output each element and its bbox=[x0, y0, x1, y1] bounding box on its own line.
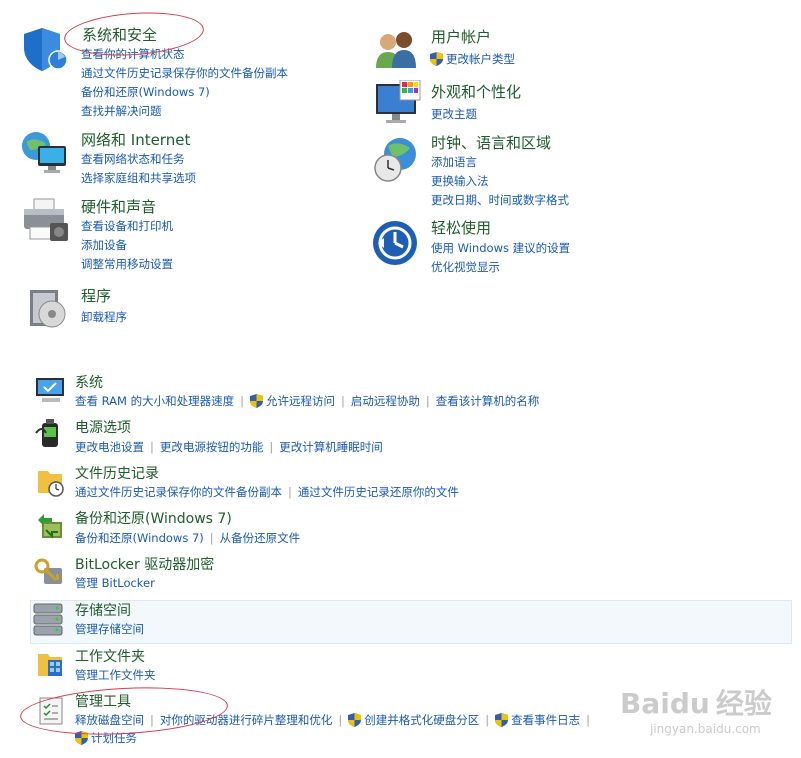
link-backup-restore-win7[interactable]: 备份和还原(Windows 7) bbox=[75, 531, 204, 545]
file-history-links-row: 通过文件历史记录保存你的文件备份副本 | 通过文件历史记录还原你的文件 bbox=[75, 485, 459, 499]
link-save-backup-copies[interactable]: 通过文件历史记录保存你的文件备份副本 bbox=[75, 485, 282, 499]
item-title-backup-restore[interactable]: 备份和还原(Windows 7) bbox=[75, 510, 232, 528]
programs-disc-icon[interactable] bbox=[26, 286, 70, 330]
item-title-file-history[interactable]: 文件历史记录 bbox=[75, 465, 159, 483]
storage-spaces-hover-row[interactable] bbox=[30, 600, 792, 644]
ease-of-access-icon[interactable] bbox=[372, 220, 418, 266]
link-manage-work-folders[interactable]: 管理工作文件夹 bbox=[75, 668, 156, 682]
user-accounts-icon[interactable] bbox=[374, 30, 420, 70]
separator: | bbox=[586, 713, 590, 727]
link-network-status[interactable]: 查看网络状态和任务 bbox=[81, 152, 185, 166]
link-backup-restore[interactable]: 备份和还原(Windows 7) bbox=[81, 85, 210, 99]
baidu-watermark-url: jingyan.baidu.com bbox=[650, 722, 761, 736]
link-mobility-settings[interactable]: 调整常用移动设置 bbox=[81, 257, 173, 271]
link-change-input-method[interactable]: 更换输入法 bbox=[431, 174, 489, 188]
uac-shield-icon bbox=[430, 52, 443, 66]
link-view-ram-processor[interactable]: 查看 RAM 的大小和处理器速度 bbox=[75, 394, 234, 408]
category-title-ease-of-access[interactable]: 轻松使用 bbox=[431, 219, 491, 237]
link-troubleshoot[interactable]: 查找并解决问题 bbox=[81, 104, 162, 118]
category-title-user-accounts[interactable]: 用户帐户 bbox=[431, 28, 491, 46]
link-restore-from-backup[interactable]: 从备份还原文件 bbox=[220, 531, 301, 545]
link-change-account-type[interactable]: 更改帐户类型 bbox=[446, 52, 515, 66]
bitlocker-key-icon[interactable] bbox=[34, 556, 66, 588]
item-title-power-options[interactable]: 电源选项 bbox=[75, 419, 131, 437]
link-change-date-time-format[interactable]: 更改日期、时间或数字格式 bbox=[431, 193, 569, 207]
link-file-history-backup[interactable]: 通过文件历史记录保存你的文件备份副本 bbox=[81, 66, 288, 80]
uac-shield-icon bbox=[348, 713, 362, 727]
link-add-language[interactable]: 添加语言 bbox=[431, 155, 477, 169]
backup-links-row: 备份和还原(Windows 7) | 从备份还原文件 bbox=[75, 531, 300, 545]
link-manage-storage-spaces[interactable]: 管理存储空间 bbox=[75, 622, 144, 636]
category-title-programs[interactable]: 程序 bbox=[81, 287, 111, 305]
separator: | bbox=[288, 485, 292, 499]
item-title-system[interactable]: 系统 bbox=[75, 374, 103, 392]
system-computer-icon[interactable] bbox=[34, 376, 66, 404]
power-links-row: 更改电池设置 | 更改电源按钮的功能 | 更改计算机睡眠时间 bbox=[75, 440, 383, 454]
clock-region-icon[interactable] bbox=[372, 136, 420, 184]
link-windows-recommended-settings[interactable]: 使用 Windows 建议的设置 bbox=[431, 241, 570, 255]
file-history-icon[interactable] bbox=[36, 465, 66, 497]
appearance-monitor-icon[interactable] bbox=[374, 79, 422, 126]
category-title-clock-language-region[interactable]: 时钟、语言和区域 bbox=[431, 134, 551, 152]
uac-shield-icon bbox=[250, 394, 263, 408]
work-folders-icon[interactable] bbox=[36, 648, 66, 680]
link-change-sleep-time[interactable]: 更改计算机睡眠时间 bbox=[279, 440, 383, 454]
system-links-row: 查看 RAM 的大小和处理器速度 | 允许远程访问 | 启动远程协助 | 查看该… bbox=[75, 394, 539, 408]
link-add-device[interactable]: 添加设备 bbox=[81, 238, 127, 252]
backup-restore-icon[interactable] bbox=[34, 510, 66, 542]
storage-spaces-icon[interactable] bbox=[32, 602, 66, 638]
link-row-change-account-type[interactable]: 更改帐户类型 bbox=[430, 52, 515, 66]
network-globe-icon[interactable] bbox=[20, 130, 70, 176]
category-title-hardware-sound[interactable]: 硬件和声音 bbox=[81, 198, 156, 216]
separator: | bbox=[341, 394, 345, 408]
link-optimize-visual-display[interactable]: 优化视觉显示 bbox=[431, 260, 500, 274]
separator: | bbox=[425, 394, 430, 408]
baidu-watermark-logo: Baidu 经验 bbox=[620, 682, 772, 722]
item-title-work-folders[interactable]: 工作文件夹 bbox=[75, 648, 145, 666]
annotation-ellipse-admin-tools bbox=[18, 682, 230, 740]
printer-hardware-icon[interactable] bbox=[20, 197, 70, 245]
separator: | bbox=[150, 440, 154, 454]
link-view-computer-name[interactable]: 查看该计算机的名称 bbox=[436, 394, 540, 408]
link-uninstall-program[interactable]: 卸载程序 bbox=[81, 310, 127, 324]
watermark-brand: Baidu bbox=[620, 687, 710, 720]
link-change-power-button[interactable]: 更改电源按钮的功能 bbox=[160, 440, 264, 454]
power-options-icon[interactable] bbox=[34, 419, 66, 451]
category-title-appearance[interactable]: 外观和个性化 bbox=[431, 83, 521, 101]
uac-shield-icon bbox=[495, 713, 509, 727]
watermark-brand-cn: 经验 bbox=[715, 687, 772, 720]
separator: | bbox=[338, 713, 343, 727]
link-devices-printers[interactable]: 查看设备和打印机 bbox=[81, 219, 173, 233]
link-launch-remote-assistance[interactable]: 启动远程协助 bbox=[351, 394, 420, 408]
item-title-bitlocker[interactable]: BitLocker 驱动器加密 bbox=[75, 556, 214, 574]
separator: | bbox=[485, 713, 490, 727]
link-allow-remote-access[interactable]: 允许远程访问 bbox=[266, 394, 335, 408]
item-title-storage-spaces[interactable]: 存储空间 bbox=[75, 602, 131, 620]
category-title-network-internet[interactable]: 网络和 Internet bbox=[81, 131, 190, 149]
separator: | bbox=[240, 394, 244, 408]
link-change-theme[interactable]: 更改主题 bbox=[431, 107, 477, 121]
link-homegroup-sharing[interactable]: 选择家庭组和共享选项 bbox=[81, 171, 196, 185]
separator: | bbox=[269, 440, 274, 454]
link-create-format-partitions[interactable]: 创建并格式化硬盘分区 bbox=[364, 713, 479, 727]
link-change-battery-settings[interactable]: 更改电池设置 bbox=[75, 440, 144, 454]
shield-security-icon[interactable] bbox=[20, 26, 68, 72]
link-view-event-logs[interactable]: 查看事件日志 bbox=[511, 713, 580, 727]
separator: | bbox=[209, 531, 214, 545]
link-manage-bitlocker[interactable]: 管理 BitLocker bbox=[75, 576, 155, 590]
link-restore-files[interactable]: 通过文件历史记录还原你的文件 bbox=[298, 485, 459, 499]
